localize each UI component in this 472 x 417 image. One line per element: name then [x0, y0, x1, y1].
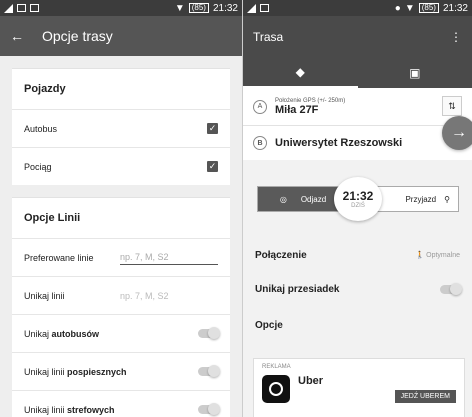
origin-marker-icon: A	[253, 99, 267, 114]
battery-icon: (85)	[188, 3, 209, 13]
page-title: Opcje trasy	[42, 28, 113, 44]
ad-banner[interactable]: REKLAMA Uber JEDŹ UBEREM	[253, 358, 465, 417]
vehicles-heading: Pojazdy	[24, 83, 66, 95]
origin-value: Miła 27F	[275, 103, 319, 116]
preferred-lines-label: Preferowane linie	[24, 252, 94, 263]
destination-field[interactable]: B Uniwersytet Rzeszowski	[243, 126, 472, 160]
bus-icon: ▣	[409, 66, 421, 80]
walk-icon: 🚶	[415, 252, 425, 259]
tab-transit[interactable]: ▣	[358, 58, 472, 88]
back-arrow-icon[interactable]: ←	[10, 28, 24, 44]
status-time: 21:32	[212, 2, 238, 14]
status-bar-right: ● ▼ (85) 21:32	[243, 0, 472, 16]
avoid-express-toggle[interactable]	[198, 365, 220, 377]
lines-card: Opcje Linii Preferowane linie np. 7, M, …	[12, 197, 230, 417]
origin-hint: Położenie GPS (+/- 250m)	[275, 97, 346, 104]
uber-logo-icon	[262, 375, 290, 403]
vehicle-train-row[interactable]: Pociąg ✓	[12, 147, 230, 185]
vehicle-bus-checkbox[interactable]: ✓	[207, 123, 218, 134]
day-value: DZIŚ	[351, 203, 365, 209]
arrive-walk-icon: ⚲	[444, 194, 450, 204]
avoid-lines-label: Unikaj linii	[24, 290, 65, 301]
avoid-bus-prefix: Unikaj	[24, 328, 52, 339]
app-bar-right: Trasa ⋮	[243, 16, 472, 58]
avoid-bus-label: Unikaj autobusów	[24, 329, 99, 339]
wifi-icon: ▼	[174, 2, 185, 14]
vehicle-bus-row[interactable]: Autobus ✓	[12, 109, 230, 147]
time-picker[interactable]: 21:32 DZIŚ	[334, 177, 382, 221]
directions-icon: ◆	[295, 65, 305, 79]
battery-icon: (85)	[418, 3, 439, 13]
image-icon	[260, 4, 269, 12]
time-value: 21:32	[342, 189, 374, 203]
avoid-transfers-toggle[interactable]	[440, 282, 462, 295]
wifi-icon: ▼	[404, 2, 415, 14]
avoid-bus-toggle[interactable]	[198, 327, 220, 339]
avoid-lines-input[interactable]: np. 7, M, S2	[120, 291, 218, 301]
destination-marker-icon: B	[253, 136, 267, 150]
avoid-express-prefix: Unikaj linii	[24, 366, 68, 377]
avoid-lines-row: Unikaj linii np. 7, M, S2	[12, 276, 230, 314]
preferred-lines-row: Preferowane linie np. 7, M, S2	[12, 238, 230, 276]
ad-brand: Uber	[298, 375, 324, 387]
connection-row[interactable]: Połączenie 🚶 Optymalne	[243, 238, 472, 272]
status-bar: ▼ (85) 21:32	[0, 0, 242, 16]
vehicle-bus-label: Autobus	[24, 123, 58, 134]
lines-heading: Opcje Linii	[24, 212, 81, 224]
avoid-zonal-prefix: Unikaj linii	[24, 404, 68, 415]
route-options-screen: ▼ (85) 21:32 ← Opcje trasy Pojazdy Autobus…	[0, 0, 243, 417]
location-icon: ●	[394, 2, 401, 14]
avoid-express-bold: pospiesznych	[67, 366, 127, 377]
vehicle-train-checkbox[interactable]: ✓	[207, 161, 218, 172]
status-time: 21:32	[442, 2, 468, 14]
avoid-zonal-bold: strefowych	[67, 404, 115, 415]
avoid-zonal-row[interactable]: Unikaj linii strefowych	[12, 390, 230, 417]
options-row[interactable]: Opcje	[243, 308, 472, 342]
avoid-bus-bold: autobusów	[51, 328, 100, 339]
vehicles-card: Pojazdy Autobus ✓ Pociąg ✓	[12, 68, 230, 185]
connection-label: Połączenie	[255, 249, 307, 261]
destination-value: Uniwersytet Rzeszowski	[275, 137, 403, 149]
ad-cta-button[interactable]: JEDŹ UBEREM	[394, 389, 456, 403]
search-route-button[interactable]: →	[442, 116, 472, 150]
arrow-right-icon: →	[451, 124, 467, 141]
gallery-icon	[17, 4, 26, 12]
route-title: Trasa	[253, 30, 284, 44]
arrive-label: Przyjazd	[405, 194, 437, 204]
options-label: Opcje	[255, 319, 283, 331]
ad-label: REKLAMA	[262, 364, 291, 370]
preferred-lines-input[interactable]: np. 7, M, S2	[120, 250, 218, 265]
tab-directions[interactable]: ◆	[243, 58, 358, 88]
depart-pin-icon: ◎	[279, 194, 287, 204]
depart-label: Odjazd	[300, 194, 327, 204]
signal-icon	[4, 3, 13, 13]
avoid-transfers-row[interactable]: Unikaj przesiadek	[243, 272, 472, 306]
avoid-transfers-label: Unikaj przesiadek	[255, 283, 340, 295]
route-screen: ● ▼ (85) 21:32 Trasa ⋮ ◆ ▣ A Położenie GPS …	[243, 0, 472, 417]
avoid-zonal-label: Unikaj linii strefowych	[24, 405, 115, 415]
swap-icon[interactable]: ⇅	[442, 96, 462, 116]
avoid-express-label: Unikaj linii pospiesznych	[24, 367, 127, 377]
avoid-zonal-toggle[interactable]	[198, 403, 220, 415]
mode-tabs: ◆ ▣	[243, 58, 472, 88]
optimal-label: Optymalne	[426, 252, 460, 259]
image-icon	[30, 4, 39, 12]
more-menu-icon[interactable]: ⋮	[450, 30, 462, 44]
avoid-bus-row[interactable]: Unikaj autobusów	[12, 314, 230, 352]
app-bar: ← Opcje trasy	[0, 16, 242, 56]
avoid-express-row[interactable]: Unikaj linii pospiesznych	[12, 352, 230, 390]
vehicle-train-label: Pociąg	[24, 161, 52, 172]
signal-icon	[247, 3, 256, 13]
connection-optimal: 🚶 Optymalne	[415, 251, 460, 259]
origin-field[interactable]: A Położenie GPS (+/- 250m) Miła 27F ⇅	[243, 88, 472, 126]
